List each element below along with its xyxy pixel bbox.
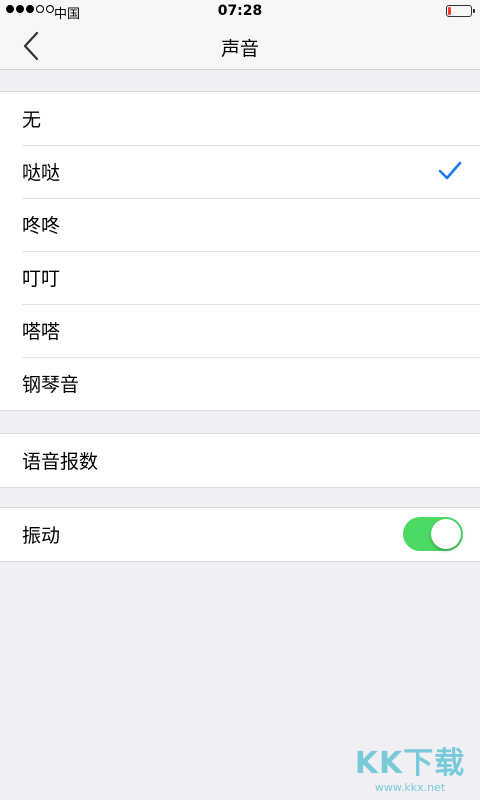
battery-level: [448, 7, 451, 15]
battery-tip: [473, 9, 475, 13]
watermark-logo: KK下载 www.kkx.net: [350, 746, 470, 795]
sound-option-none[interactable]: 无: [0, 92, 480, 145]
sound-option-dingding[interactable]: 叮叮: [0, 251, 480, 304]
status-time: 07:28: [217, 3, 263, 19]
sound-option-label: 叮叮: [22, 268, 61, 290]
voice-count-row[interactable]: 语音报数: [0, 434, 480, 487]
toggle-knob: [431, 519, 461, 549]
sound-option-label: 无: [22, 109, 42, 131]
sound-option-label: 哒哒: [22, 162, 61, 184]
status-bar: 中国 07:28: [0, 0, 480, 22]
battery-icon: [446, 5, 475, 17]
watermark-logo-text: KK下载: [354, 746, 466, 781]
vibration-group: 振动: [0, 507, 480, 562]
sound-options-list: 无 哒哒 咚咚 叮叮 嗒嗒 钢琴音: [0, 91, 480, 411]
sound-option-label: 嗒嗒: [22, 321, 61, 343]
voice-count-group: 语音报数: [0, 433, 480, 488]
page-title: 声音: [220, 38, 259, 60]
vibration-row: 振动: [0, 508, 480, 561]
sound-option-label: 钢琴音: [22, 374, 80, 396]
sound-option-piano[interactable]: 钢琴音: [0, 357, 480, 410]
navigation-bar: 声音: [0, 22, 480, 70]
sound-option-dongdong[interactable]: 咚咚: [0, 198, 480, 251]
vibration-label: 振动: [22, 525, 61, 547]
checkmark-icon: [438, 161, 462, 180]
sound-option-dada[interactable]: 哒哒: [0, 145, 480, 198]
voice-count-label: 语音报数: [22, 451, 99, 473]
vibration-toggle[interactable]: [403, 517, 463, 551]
sound-option-label: 咚咚: [22, 215, 61, 237]
sound-option-tata[interactable]: 嗒嗒: [0, 304, 480, 357]
watermark-url: www.kkx.net: [374, 781, 446, 794]
